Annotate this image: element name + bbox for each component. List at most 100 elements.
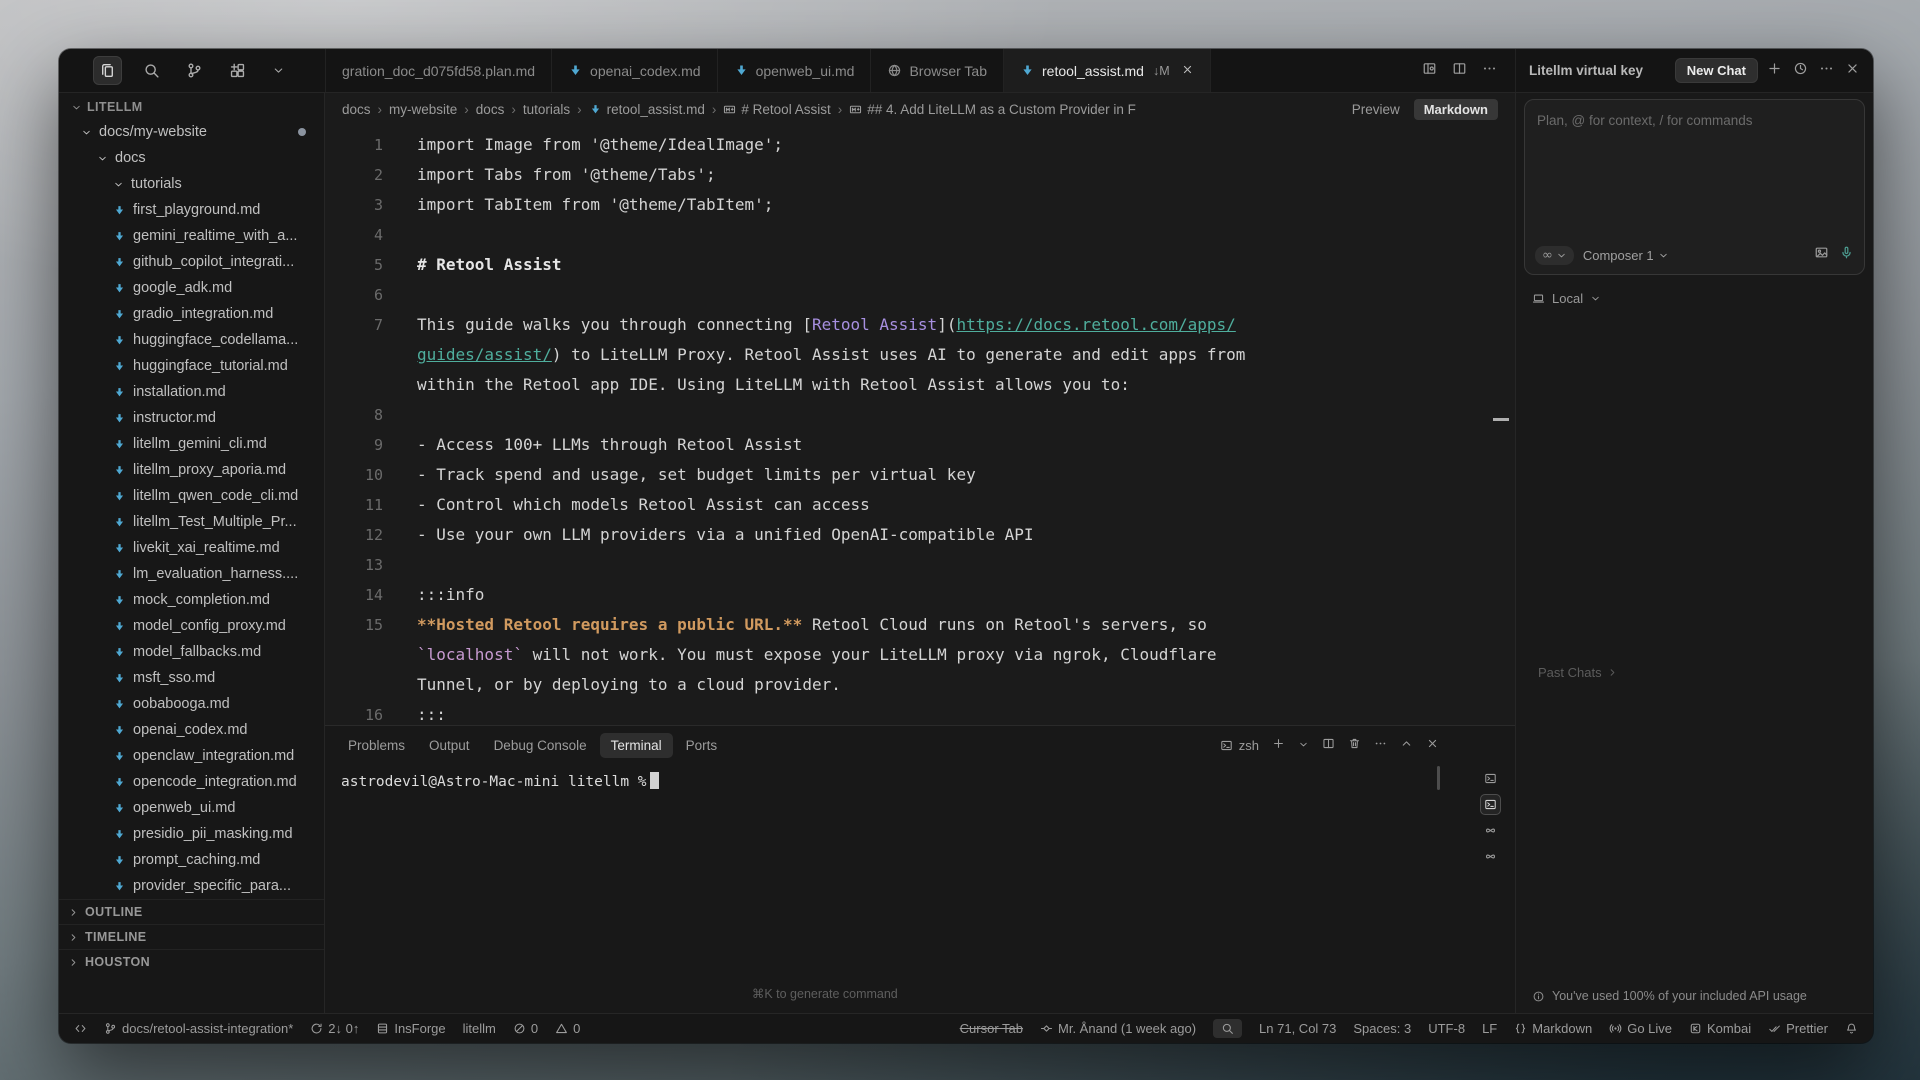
file-openweb-ui-md[interactable]: openweb_ui.md xyxy=(59,795,324,821)
markdown-mode-chip[interactable]: Markdown xyxy=(1414,99,1498,120)
breadcrumb-item[interactable]: ## 4. Add LiteLLM as a Custom Provider i… xyxy=(849,102,1136,117)
file-gemini-realtime-with-a[interactable]: gemini_realtime_with_a... xyxy=(59,223,324,249)
panel-tab-debug-console[interactable]: Debug Console xyxy=(483,733,598,758)
terminal-session-3[interactable] xyxy=(1480,820,1501,841)
status-markdown[interactable]: Markdown xyxy=(1514,1021,1592,1036)
mic-button[interactable] xyxy=(1839,245,1854,265)
chat-header-more-button[interactable] xyxy=(1819,61,1834,81)
tab-browser-tab[interactable]: Browser Tab xyxy=(871,49,1004,92)
agent-mode-pill[interactable]: ∞ xyxy=(1535,246,1574,265)
past-chats-link[interactable]: Past Chats xyxy=(1538,665,1618,680)
terminal-session-4[interactable] xyxy=(1480,846,1501,867)
terminal-session-1[interactable] xyxy=(1480,768,1501,789)
status-cursor-tab[interactable]: Cursor Tab xyxy=(960,1021,1023,1036)
breadcrumb-item[interactable]: tutorials xyxy=(523,102,570,117)
breadcrumb-item[interactable]: docs xyxy=(342,102,371,117)
file-litellm-gemini-cli-md[interactable]: litellm_gemini_cli.md xyxy=(59,431,324,457)
tab-gration-doc-d075fd58-plan-md[interactable]: gration_doc_d075fd58.plan.md xyxy=(326,49,552,92)
status-go-live[interactable]: Go Live xyxy=(1609,1021,1672,1036)
breadcrumb-item[interactable]: my-website xyxy=(389,102,457,117)
terminal-session-2[interactable] xyxy=(1480,794,1501,815)
file-lm-evaluation-harness[interactable]: lm_evaluation_harness.... xyxy=(59,561,324,587)
file-huggingface-codellama[interactable]: huggingface_codellama... xyxy=(59,327,324,353)
terminal-chevron-down-button[interactable] xyxy=(1298,738,1309,753)
panel-tab-problems[interactable]: Problems xyxy=(337,733,416,758)
activity-explorer[interactable] xyxy=(93,56,122,85)
file-msft-sso-md[interactable]: msft_sso.md xyxy=(59,665,324,691)
file-oobabooga-md[interactable]: oobabooga.md xyxy=(59,691,324,717)
terminal-caret-up-button[interactable] xyxy=(1400,737,1413,753)
sidebar-section-houston[interactable]: HOUSTON xyxy=(59,949,324,974)
status-0[interactable]: 0 xyxy=(555,1021,580,1036)
file-model-fallbacks-md[interactable]: model_fallbacks.md xyxy=(59,639,324,665)
status-mr-nand-1-week-ago[interactable]: Mr. Ånand (1 week ago) xyxy=(1040,1021,1196,1036)
folder-tutorials[interactable]: tutorials xyxy=(59,171,324,197)
status-2-0[interactable]: 2↓ 0↑ xyxy=(310,1021,359,1036)
file-openai-codex-md[interactable]: openai_codex.md xyxy=(59,717,324,743)
status-prettier[interactable]: Prettier xyxy=(1768,1021,1828,1036)
file-litellm-test-multiple-pr[interactable]: litellm_Test_Multiple_Pr... xyxy=(59,509,324,535)
status-remote[interactable] xyxy=(74,1022,87,1035)
file-prompt-caching-md[interactable]: prompt_caching.md xyxy=(59,847,324,873)
folder-docs[interactable]: docs xyxy=(59,145,324,171)
preview-button[interactable]: Preview xyxy=(1352,102,1400,117)
file-livekit-xai-realtime-md[interactable]: livekit_xai_realtime.md xyxy=(59,535,324,561)
status-0[interactable]: 0 xyxy=(513,1021,538,1036)
new-chat-button[interactable]: New Chat xyxy=(1675,58,1758,83)
code-editor[interactable]: 1 import Image from '@theme/IdealImage';… xyxy=(325,126,1515,725)
file-installation-md[interactable]: installation.md xyxy=(59,379,324,405)
chat-header-clock-button[interactable] xyxy=(1793,61,1808,81)
terminal-close-button[interactable] xyxy=(1426,737,1439,753)
terminal-trash-button[interactable] xyxy=(1348,737,1361,753)
scrollbar-mark[interactable] xyxy=(1493,418,1509,421)
status-lf[interactable]: LF xyxy=(1482,1021,1497,1036)
chat-header-close-button[interactable] xyxy=(1845,61,1860,81)
status-insforge[interactable]: InsForge xyxy=(376,1021,445,1036)
activity-extensions[interactable] xyxy=(224,57,251,84)
tab-openai-codex-md[interactable]: openai_codex.md xyxy=(552,49,718,92)
file-mock-completion-md[interactable]: mock_completion.md xyxy=(59,587,324,613)
breadcrumb-item[interactable]: retool_assist.md xyxy=(589,102,705,117)
file-opencode-integration-md[interactable]: opencode_integration.md xyxy=(59,769,324,795)
sidebar-section-outline[interactable]: OUTLINE xyxy=(59,899,324,924)
file-openclaw-integration-md[interactable]: openclaw_integration.md xyxy=(59,743,324,769)
file-instructor-md[interactable]: instructor.md xyxy=(59,405,324,431)
editor-action-split-editor[interactable] xyxy=(1452,61,1467,81)
file-huggingface-tutorial-md[interactable]: huggingface_tutorial.md xyxy=(59,353,324,379)
status-litellm[interactable]: litellm xyxy=(463,1021,496,1036)
editor-action-preview-side[interactable] xyxy=(1422,61,1437,81)
tab-retool-assist-md[interactable]: retool_assist.md ↓M xyxy=(1004,49,1211,92)
composer-selector[interactable]: Composer 1 xyxy=(1583,248,1669,263)
status-kombai[interactable]: Kombai xyxy=(1689,1021,1751,1036)
panel-tab-ports[interactable]: Ports xyxy=(675,733,729,758)
tab-openweb-ui-md[interactable]: openweb_ui.md xyxy=(718,49,872,92)
workspace-header[interactable]: LITELLM xyxy=(59,93,324,119)
chat-header-plus-button[interactable] xyxy=(1767,61,1782,81)
file-litellm-proxy-aporia-md[interactable]: litellm_proxy_aporia.md xyxy=(59,457,324,483)
status-utf-8[interactable]: UTF-8 xyxy=(1428,1021,1465,1036)
file-provider-specific-para[interactable]: provider_specific_para... xyxy=(59,873,324,899)
terminal-more-button[interactable] xyxy=(1374,737,1387,753)
breadcrumb-item[interactable]: docs xyxy=(476,102,505,117)
panel-tab-terminal[interactable]: Terminal xyxy=(600,733,673,758)
attach-image-button[interactable] xyxy=(1814,245,1829,265)
status-spaces-3[interactable]: Spaces: 3 xyxy=(1353,1021,1411,1036)
chat-input[interactable]: Plan, @ for context, / for commands ∞ Co… xyxy=(1524,99,1865,275)
file-gradio-integration-md[interactable]: gradio_integration.md xyxy=(59,301,324,327)
shell-selector[interactable]: zsh xyxy=(1220,738,1259,753)
status-docs-retool-assist-integration[interactable]: docs/retool-assist-integration* xyxy=(104,1021,293,1036)
status-ln-71-col-73[interactable]: Ln 71, Col 73 xyxy=(1259,1021,1336,1036)
folder-docs-my-website[interactable]: docs/my-website xyxy=(59,119,324,145)
activity-source-control[interactable] xyxy=(181,57,208,84)
file-model-config-proxy-md[interactable]: model_config_proxy.md xyxy=(59,613,324,639)
panel-tab-output[interactable]: Output xyxy=(418,733,481,758)
terminal-scrollbar[interactable] xyxy=(1437,766,1440,790)
file-github-copilot-integrati[interactable]: github_copilot_integrati... xyxy=(59,249,324,275)
terminal-body[interactable]: astrodevil@Astro-Mac-mini litellm % ⌘K t… xyxy=(325,764,1515,1013)
sidebar-section-timeline[interactable]: TIMELINE xyxy=(59,924,324,949)
file-first-playground-md[interactable]: first_playground.md xyxy=(59,197,324,223)
file-presidio-pii-masking-md[interactable]: presidio_pii_masking.md xyxy=(59,821,324,847)
file-litellm-qwen-code-cli-md[interactable]: litellm_qwen_code_cli.md xyxy=(59,483,324,509)
terminal-split-editor-button[interactable] xyxy=(1322,737,1335,753)
activity-more-views[interactable] xyxy=(267,59,290,82)
